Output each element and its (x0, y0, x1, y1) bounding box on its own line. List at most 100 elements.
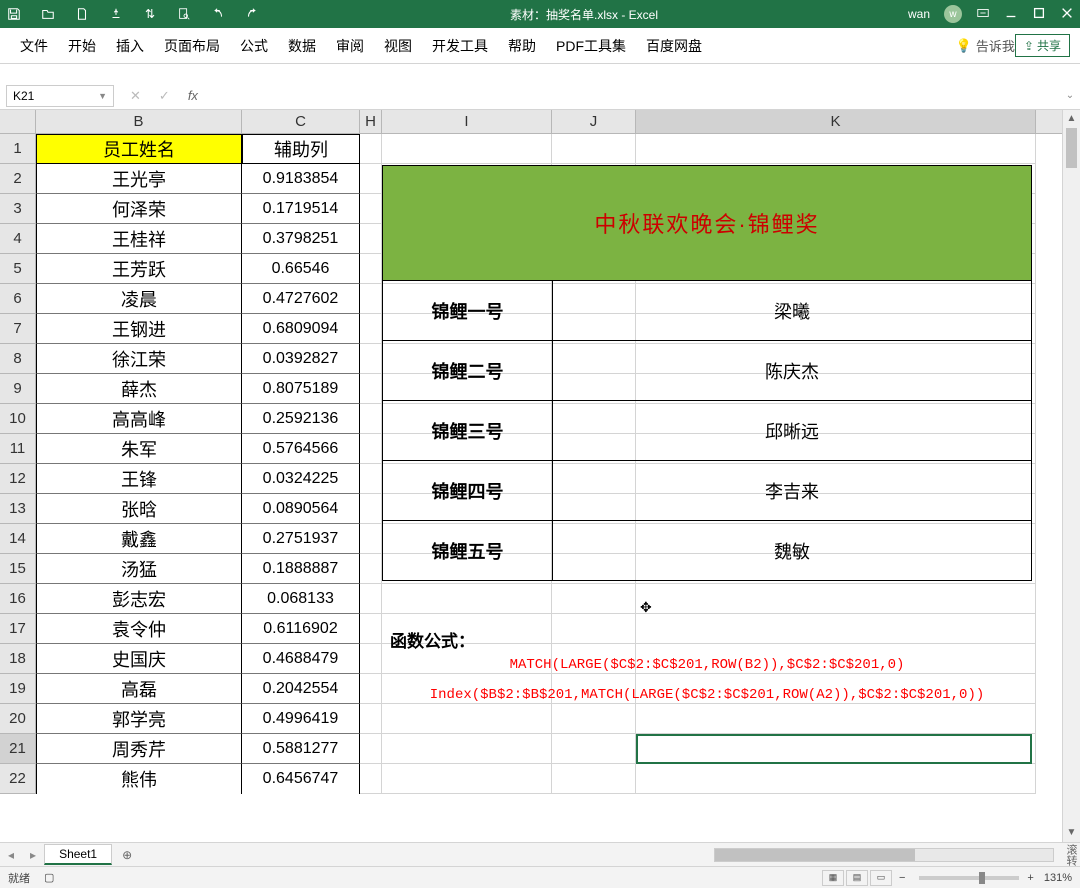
tab-file[interactable]: 文件 (10, 28, 58, 63)
col-header-I[interactable]: I (382, 110, 552, 133)
view-page-icon[interactable]: ▤ (846, 870, 868, 886)
redo-icon[interactable] (244, 7, 260, 21)
tab-baidu[interactable]: 百度网盘 (636, 28, 712, 63)
vertical-scrollbar[interactable]: ▲ ▼ (1062, 110, 1080, 842)
minimize-icon[interactable] (1004, 6, 1018, 23)
expand-formula-icon[interactable]: ⌄ (1060, 90, 1080, 101)
row-header[interactable]: 7 (0, 314, 36, 344)
cell[interactable] (636, 764, 1036, 794)
row-header[interactable]: 3 (0, 194, 36, 224)
view-break-icon[interactable]: ▭ (870, 870, 892, 886)
cell-helper[interactable]: 0.8075189 (242, 374, 360, 404)
tab-insert[interactable]: 插入 (106, 28, 154, 63)
zoom-out-icon[interactable]: − (899, 872, 905, 884)
cell[interactable] (360, 704, 382, 734)
cell[interactable] (382, 704, 552, 734)
cell-name[interactable]: 史国庆 (36, 644, 242, 674)
cell[interactable] (360, 764, 382, 794)
cell-name[interactable]: 朱军 (36, 434, 242, 464)
tab-home[interactable]: 开始 (58, 28, 106, 63)
row-header[interactable]: 16 (0, 584, 36, 614)
row-header[interactable]: 6 (0, 284, 36, 314)
cell[interactable] (360, 614, 382, 644)
row-header[interactable]: 2 (0, 164, 36, 194)
select-all-corner[interactable] (0, 110, 36, 133)
cell-name[interactable]: 高高峰 (36, 404, 242, 434)
cell-helper[interactable]: 辅助列 (242, 134, 360, 164)
cell-helper[interactable]: 0.5764566 (242, 434, 360, 464)
cell-name[interactable]: 王锋 (36, 464, 242, 494)
sheet-nav-prev-icon[interactable]: ◂ (0, 848, 22, 862)
cell[interactable] (360, 344, 382, 374)
cell-name[interactable]: 张晗 (36, 494, 242, 524)
fx-icon[interactable]: fx (188, 88, 198, 103)
cell-helper[interactable]: 0.66546 (242, 254, 360, 284)
confirm-icon[interactable]: ✓ (159, 88, 170, 104)
cell[interactable] (360, 314, 382, 344)
cell-name[interactable]: 徐江荣 (36, 344, 242, 374)
folder-icon[interactable] (40, 7, 56, 21)
share-button[interactable]: ⇪ 共享 (1015, 34, 1070, 57)
cell[interactable] (360, 464, 382, 494)
col-header-J[interactable]: J (552, 110, 636, 133)
cell[interactable] (360, 434, 382, 464)
undo-icon[interactable] (210, 7, 226, 21)
col-header-H[interactable]: H (360, 110, 382, 133)
cell-name[interactable]: 周秀芹 (36, 734, 242, 764)
cell[interactable] (360, 644, 382, 674)
ribbon-options-icon[interactable] (976, 6, 990, 23)
row-header[interactable]: 15 (0, 554, 36, 584)
scroll-thumb[interactable] (1066, 128, 1077, 168)
cell-helper[interactable]: 0.0324225 (242, 464, 360, 494)
row-header[interactable]: 14 (0, 524, 36, 554)
zoom-slider[interactable] (919, 876, 1019, 880)
cell[interactable] (382, 764, 552, 794)
cell-name[interactable]: 王桂祥 (36, 224, 242, 254)
cell-name[interactable]: 汤猛 (36, 554, 242, 584)
touch-icon[interactable] (108, 7, 124, 21)
cell-helper[interactable]: 0.0890564 (242, 494, 360, 524)
add-sheet-icon[interactable]: ⊕ (112, 848, 142, 862)
cell[interactable] (382, 134, 552, 164)
cell-name[interactable]: 凌晨 (36, 284, 242, 314)
cell[interactable] (360, 164, 382, 194)
cell-helper[interactable]: 0.0392827 (242, 344, 360, 374)
cell[interactable] (552, 584, 636, 614)
formula-input[interactable] (214, 85, 1060, 107)
tab-formulas[interactable]: 公式 (230, 28, 278, 63)
cell-name[interactable]: 郭学亮 (36, 704, 242, 734)
scroll-up-icon[interactable]: ▲ (1063, 110, 1080, 128)
tab-layout[interactable]: 页面布局 (154, 28, 230, 63)
cell-name[interactable]: 熊伟 (36, 764, 242, 794)
preview-icon[interactable] (176, 7, 192, 21)
zoom-in-icon[interactable]: + (1027, 872, 1033, 884)
user-avatar[interactable]: w (944, 5, 962, 23)
row-header[interactable]: 19 (0, 674, 36, 704)
row-header[interactable]: 5 (0, 254, 36, 284)
tab-review[interactable]: 审阅 (326, 28, 374, 63)
cell-helper[interactable]: 0.4996419 (242, 704, 360, 734)
name-box[interactable]: K21 ▼ (6, 85, 114, 107)
cell[interactable] (360, 554, 382, 584)
scroll-down-icon[interactable]: ▼ (1063, 824, 1080, 842)
cell[interactable] (360, 524, 382, 554)
row-header[interactable]: 11 (0, 434, 36, 464)
cell-helper[interactable]: 0.9183854 (242, 164, 360, 194)
cell-name[interactable]: 高磊 (36, 674, 242, 704)
cell[interactable] (360, 584, 382, 614)
save-icon[interactable] (6, 7, 22, 21)
sort-icon[interactable]: ⇅ (142, 7, 158, 21)
row-header[interactable]: 9 (0, 374, 36, 404)
cell-helper[interactable]: 0.1888887 (242, 554, 360, 584)
cell-name[interactable]: 员工姓名 (36, 134, 242, 164)
row-header[interactable]: 18 (0, 644, 36, 674)
cell[interactable] (636, 584, 1036, 614)
row-header[interactable]: 13 (0, 494, 36, 524)
tab-developer[interactable]: 开发工具 (422, 28, 498, 63)
cell-helper[interactable]: 0.068133 (242, 584, 360, 614)
cell-name[interactable]: 何泽荣 (36, 194, 242, 224)
row-header[interactable]: 4 (0, 224, 36, 254)
cell[interactable] (552, 764, 636, 794)
row-header[interactable]: 22 (0, 764, 36, 794)
row-header[interactable]: 12 (0, 464, 36, 494)
